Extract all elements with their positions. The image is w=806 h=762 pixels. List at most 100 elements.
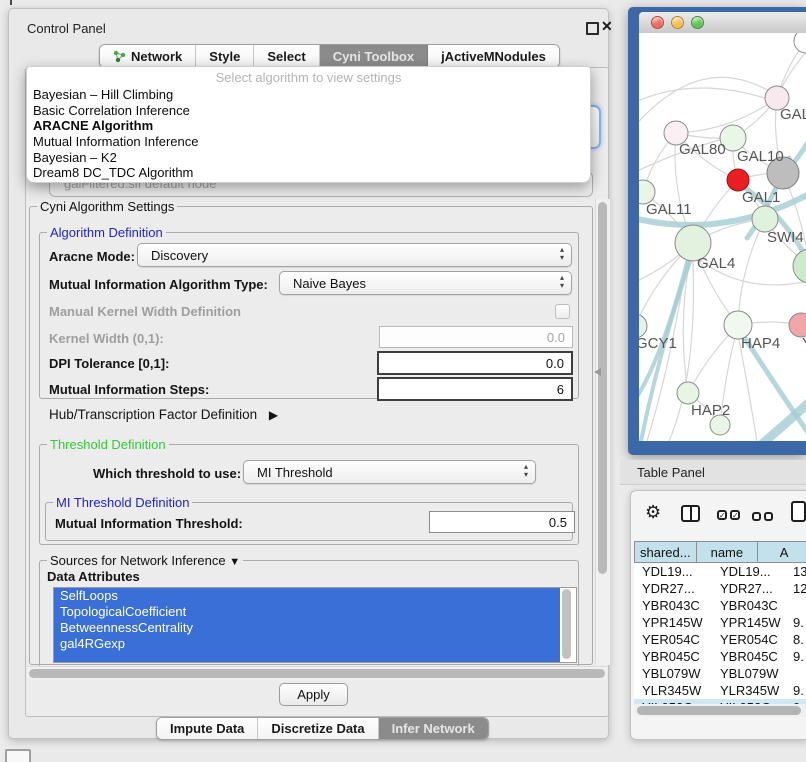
tab-discretize-data[interactable]: Discretize Data [258, 718, 378, 739]
table-row[interactable]: YLR345WYLR345W9. [634, 682, 806, 699]
attributes-list-scrollbar[interactable] [562, 589, 571, 659]
hub-definition-toggle[interactable]: Hub/Transcription Factor Definition ▶ [49, 407, 278, 422]
manual-kernel-checkbox[interactable] [555, 304, 570, 319]
which-threshold-label: Which threshold to use: [93, 466, 241, 481]
settings-vscrollbar-thumb[interactable] [598, 202, 607, 574]
tab-label: jActiveMNodules [441, 49, 546, 64]
tab-cyni-toolbox[interactable]: Cyni Toolbox [320, 45, 428, 67]
cyni-mode-tabs: Impute DataDiscretize DataInfer Network [156, 717, 489, 740]
network-node-gal1[interactable] [727, 169, 749, 191]
hub-definition-label: Hub/Transcription Factor Definition [49, 407, 257, 422]
kernel-width-label: Kernel Width (0,1): [49, 331, 164, 346]
apply-button-label: Apply [297, 687, 330, 702]
close-icon[interactable]: ✕ [601, 18, 613, 35]
network-node-label: GAL1 [742, 189, 780, 206]
attribute-item[interactable]: gal4RGexp [54, 636, 560, 652]
table-row[interactable]: YDL19...YDL19...13 [634, 563, 806, 580]
mi-threshold-input[interactable]: 0.5 [429, 511, 575, 533]
tab-jactivemnodules[interactable]: jActiveMNodules [428, 45, 559, 67]
network-window-titlebar[interactable] [639, 12, 806, 34]
table-cell: YER054C [634, 632, 712, 647]
network-graph: GALGAL80GAL10GAL1GAL11SWI4GAL4GCY1HAP4YH… [639, 33, 806, 441]
column-header-name[interactable]: name [697, 541, 759, 563]
expanded-arrow-icon[interactable]: ▼ [229, 556, 240, 568]
algorithm-option[interactable]: Bayesian – K2 [27, 150, 590, 166]
mac-zoom-button[interactable] [691, 16, 704, 29]
algorithm-option[interactable]: ARACNE Algorithm [27, 118, 590, 134]
attribute-item[interactable] [54, 652, 560, 663]
gear-icon[interactable]: ⚙ [645, 502, 661, 523]
algorithm-option[interactable]: Dream8 DC_TDC Algorithm [27, 165, 590, 181]
table-row[interactable]: YER054CYER054C8. [634, 631, 806, 648]
tab-style[interactable]: Style [196, 45, 254, 67]
dpi-tolerance-value: 0.0 [546, 356, 564, 371]
attribute-item[interactable]: BetweennessCentrality [54, 620, 560, 636]
table-panel-window: ⚙ ✓ ✓ shared...nameA YDL19...YDL19...13Y… [630, 490, 806, 740]
control-panel-window: Control Panel ✕ NetworkStyleSelectCyni T… [8, 8, 609, 739]
floating-grip-box[interactable] [5, 749, 31, 762]
settings-hscrollbar-track[interactable] [27, 666, 607, 680]
attribute-item[interactable]: TopologicalCoefficient [54, 604, 560, 620]
apply-button[interactable]: Apply [279, 683, 348, 706]
tab-infer-network[interactable]: Infer Network [379, 718, 488, 739]
table-row[interactable]: YDR27...YDR27...12 [634, 580, 806, 597]
table-cell: YPR145W [634, 615, 712, 630]
table-row[interactable]: YBR043CYBR043C [634, 597, 806, 614]
tab-select[interactable]: Select [254, 45, 319, 67]
table-row[interactable]: YPR145WYPR145W9. [634, 614, 806, 631]
network-edge[interactable] [639, 77, 769, 128]
algorithm-definition-title: Algorithm Definition [47, 225, 166, 240]
split-columns-divider [690, 507, 692, 520]
attribute-item[interactable]: SelfLoops [54, 588, 560, 604]
tab-label: Cyni Toolbox [333, 49, 414, 64]
table-cell: YBR045C [634, 649, 712, 664]
network-icon [113, 50, 126, 63]
network-node[interactable] [794, 33, 806, 53]
table-hscrollbar-track[interactable] [634, 704, 806, 717]
page-icon[interactable] [791, 501, 806, 522]
network-canvas[interactable]: GALGAL80GAL10GAL1GAL11SWI4GAL4GCY1HAP4YH… [639, 33, 806, 441]
table-cell: YBL079W [712, 666, 789, 681]
network-edge[interactable] [639, 88, 779, 103]
algorithm-option[interactable]: Bayesian – Hill Climbing [27, 87, 590, 103]
mi-steps-input[interactable]: 6 [377, 377, 573, 401]
algorithm-option[interactable]: Basic Correlation Inference [27, 103, 590, 119]
table-row[interactable]: YBL079WYBL079W [634, 665, 806, 682]
split-columns-icon[interactable] [681, 505, 700, 522]
network-view-window: GALGAL80GAL10GAL1GAL11SWI4GAL4GCY1HAP4YH… [628, 7, 806, 455]
tab-impute-data[interactable]: Impute Data [157, 718, 258, 739]
kernel-width-input[interactable]: 0.0 [379, 326, 573, 348]
network-node-hap2[interactable] [677, 382, 699, 404]
network-node-label: Y [802, 335, 806, 352]
dpi-tolerance-input[interactable]: 0.0 [377, 351, 573, 375]
table-hscrollbar-thumb[interactable] [637, 706, 801, 715]
mac-minimize-button[interactable] [671, 16, 684, 29]
settings-vscrollbar-track[interactable] [595, 199, 610, 665]
table-cell: YDR27... [634, 581, 712, 596]
network-edge[interactable] [781, 53, 805, 89]
settings-hscrollbar-thumb[interactable] [29, 669, 605, 678]
deselect-all-icon[interactable] [752, 512, 773, 521]
which-threshold-combo[interactable]: MI Threshold ▴▾ [243, 460, 536, 484]
table-cell: 8. [789, 632, 806, 647]
data-attributes-list[interactable]: SelfLoopsTopologicalCoefficientBetweenne… [53, 587, 577, 663]
column-header-A[interactable]: A [758, 541, 806, 563]
table-row[interactable]: YBR045CYBR045C9. [634, 648, 806, 665]
float-window-icon[interactable] [586, 22, 599, 35]
algorithm-option[interactable]: Mutual Information Inference [27, 134, 590, 150]
tab-network[interactable]: Network [100, 45, 196, 67]
aracne-mode-combo[interactable]: Discovery ▴▾ [137, 243, 572, 267]
mi-type-value: Naive Bayes [293, 276, 366, 291]
kernel-width-value: 0.0 [547, 330, 565, 345]
network-node-label: GAL [780, 106, 806, 123]
algorithm-dropdown-popup: Select algorithm to view settings Bayesi… [26, 66, 591, 183]
mac-close-button[interactable] [651, 16, 664, 29]
sources-group-title: Sources for Network Inference ▼ [47, 553, 243, 568]
network-edge[interactable] [639, 255, 679, 283]
column-header-shared...[interactable]: shared... [634, 541, 697, 563]
mi-type-combo[interactable]: Naive Bayes ▴▾ [279, 271, 572, 295]
select-all-icon[interactable]: ✓ ✓ [717, 510, 740, 520]
network-node-y[interactable] [789, 313, 806, 337]
table-cell: YDL19... [634, 564, 712, 579]
splitpane-arrow-icon[interactable] [594, 368, 601, 376]
